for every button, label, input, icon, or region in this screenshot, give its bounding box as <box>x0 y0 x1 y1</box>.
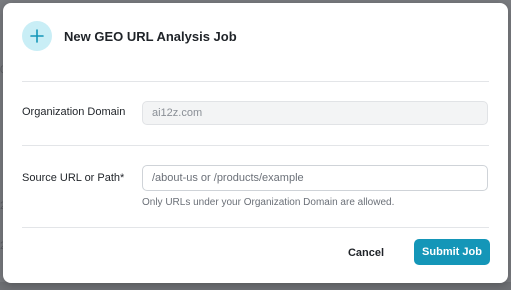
plus-icon <box>22 21 52 51</box>
source-url-label: Source URL or Path* <box>22 172 125 184</box>
divider <box>22 145 489 146</box>
background-page <box>0 282 511 290</box>
org-domain-field: ai12z.com <box>142 101 488 125</box>
source-url-input[interactable] <box>142 165 488 191</box>
submit-job-button[interactable]: Submit Job <box>414 239 490 265</box>
divider <box>22 227 489 228</box>
dialog-title: New GEO URL Analysis Job <box>64 28 237 44</box>
dialog-header: New GEO URL Analysis Job <box>22 20 237 52</box>
cancel-button[interactable]: Cancel <box>336 240 396 265</box>
org-domain-label: Organization Domain <box>22 106 126 118</box>
divider <box>22 81 489 82</box>
new-job-dialog: New GEO URL Analysis Job Organization Do… <box>3 3 508 283</box>
source-url-help-text: Only URLs under your Organization Domain… <box>142 197 395 208</box>
